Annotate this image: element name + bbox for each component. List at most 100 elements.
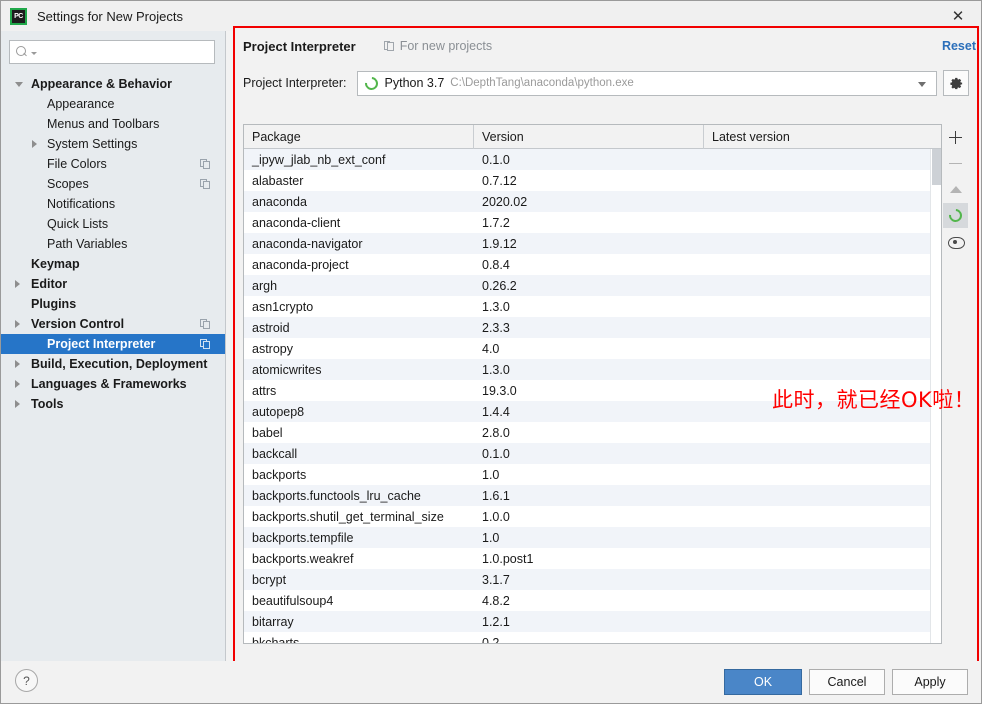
- cell-version: 1.0.post1: [482, 551, 534, 566]
- table-body: _ipyw_jlab_nb_ext_conf 0.1.0 alabaster 0.7.…: [244, 149, 941, 644]
- cell-version: 1.0.0: [482, 509, 510, 524]
- sidebar-item-appearance[interactable]: Appearance: [1, 94, 225, 114]
- search-input[interactable]: [40, 44, 208, 60]
- table-row[interactable]: autopep8 1.4.4: [244, 401, 941, 422]
- reset-link[interactable]: Reset: [942, 39, 976, 53]
- sidebar-item-appearance-behavior[interactable]: Appearance & Behavior: [1, 74, 225, 94]
- cell-version: 1.3.0: [482, 362, 510, 377]
- table-row[interactable]: bitarray 1.2.1: [244, 611, 941, 632]
- chevron-right-icon[interactable]: [15, 380, 20, 388]
- cancel-button[interactable]: Cancel: [809, 669, 885, 695]
- sidebar-item-quick-lists[interactable]: Quick Lists: [1, 214, 225, 234]
- plus-icon[interactable]: [943, 125, 968, 150]
- sidebar-item-label: Notifications: [47, 197, 116, 211]
- sidebar-item-label: Tools: [31, 397, 64, 411]
- table-row[interactable]: atomicwrites 1.3.0: [244, 359, 941, 380]
- cell-package: backcall: [252, 446, 298, 461]
- sidebar-item-label: Version Control: [31, 317, 125, 331]
- chevron-down-icon: [31, 52, 37, 55]
- search-box[interactable]: [9, 40, 215, 64]
- sidebar-item-notifications[interactable]: Notifications: [1, 194, 225, 214]
- scope-label: For new projects: [399, 39, 493, 53]
- scrollbar-thumb[interactable]: [932, 149, 941, 185]
- cell-package: anaconda-navigator: [252, 236, 363, 251]
- sidebar-item-path-variables[interactable]: Path Variables: [1, 234, 225, 254]
- column-header-latest-version[interactable]: Latest version: [704, 125, 941, 149]
- apply-button[interactable]: Apply: [892, 669, 968, 695]
- table-row[interactable]: backports.weakref 1.0.post1: [244, 548, 941, 569]
- sidebar-item-tools[interactable]: Tools: [1, 394, 225, 414]
- table-row[interactable]: anaconda-navigator 1.9.12: [244, 233, 941, 254]
- table-row[interactable]: astroid 2.3.3: [244, 317, 941, 338]
- sidebar-item-file-colors[interactable]: File Colors: [1, 154, 225, 174]
- sidebar-item-system-settings[interactable]: System Settings: [1, 134, 225, 154]
- cell-package: bkcharts: [252, 635, 300, 644]
- table-row[interactable]: astropy 4.0: [244, 338, 941, 359]
- table-row[interactable]: alabaster 0.7.12: [244, 170, 941, 191]
- cell-version: 2.8.0: [482, 425, 510, 440]
- sidebar-item-label: Appearance: [47, 97, 115, 111]
- sidebar-item-plugins[interactable]: Plugins: [1, 294, 225, 314]
- copy-icon: [200, 318, 211, 330]
- cell-package: astroid: [252, 320, 290, 335]
- interpreter-row: Project Interpreter: Python 3.7 C:\Depth…: [235, 66, 977, 100]
- sidebar-item-label: Scopes: [47, 177, 89, 191]
- eye-icon[interactable]: [943, 229, 968, 254]
- cell-version: 4.0: [482, 341, 500, 356]
- sidebar-item-editor[interactable]: Editor: [1, 274, 225, 294]
- sidebar-item-label: Appearance & Behavior: [31, 77, 173, 91]
- cell-version: 19.3.0: [482, 383, 517, 398]
- sidebar-item-languages-frameworks[interactable]: Languages & Frameworks: [1, 374, 225, 394]
- column-header-version[interactable]: Version: [474, 125, 704, 149]
- table-row[interactable]: backports.tempfile 1.0: [244, 527, 941, 548]
- interpreter-dropdown[interactable]: Python 3.7 C:\DepthTang\anaconda\python.…: [356, 70, 937, 96]
- chevron-right-icon[interactable]: [32, 140, 37, 148]
- sidebar-item-menus-and-toolbars[interactable]: Menus and Toolbars: [1, 114, 225, 134]
- cell-version: 0.1.0: [482, 152, 510, 167]
- help-button[interactable]: ?: [15, 669, 38, 692]
- cell-version: 1.7.2: [482, 215, 510, 230]
- chevron-right-icon[interactable]: [15, 360, 20, 368]
- sidebar-item-keymap[interactable]: Keymap: [1, 254, 225, 274]
- table-row[interactable]: beautifulsoup4 4.8.2: [244, 590, 941, 611]
- table-row[interactable]: asn1crypto 1.3.0: [244, 296, 941, 317]
- chevron-down-icon[interactable]: [15, 81, 23, 87]
- table-row[interactable]: anaconda 2020.02: [244, 191, 941, 212]
- copy-icon: [200, 158, 211, 170]
- sidebar-item-label: File Colors: [47, 157, 107, 171]
- column-header-package[interactable]: Package: [244, 125, 474, 149]
- refresh-icon[interactable]: [943, 203, 968, 228]
- table-row[interactable]: attrs 19.3.0: [244, 380, 941, 401]
- table-scrollbar[interactable]: [930, 149, 941, 643]
- table-row[interactable]: backports.functools_lru_cache 1.6.1: [244, 485, 941, 506]
- cell-version: 1.0: [482, 467, 500, 482]
- cell-version: 1.3.0: [482, 299, 510, 314]
- table-row[interactable]: backports 1.0: [244, 464, 941, 485]
- table-row[interactable]: anaconda-project 0.8.4: [244, 254, 941, 275]
- sidebar-item-scopes[interactable]: Scopes: [1, 174, 225, 194]
- plus-icon-glyph: [949, 131, 962, 144]
- sidebar-item-project-interpreter[interactable]: Project Interpreter: [1, 334, 225, 354]
- pycharm-logo-text: PC: [14, 12, 23, 20]
- cell-version: 2.3.3: [482, 320, 510, 335]
- table-row[interactable]: argh 0.26.2: [244, 275, 941, 296]
- table-row[interactable]: bkcharts 0.2: [244, 632, 941, 644]
- interpreter-settings-button[interactable]: [943, 70, 969, 96]
- ok-button[interactable]: OK: [724, 669, 802, 695]
- sidebar-item-version-control[interactable]: Version Control: [1, 314, 225, 334]
- chevron-right-icon[interactable]: [15, 280, 20, 288]
- chevron-right-icon[interactable]: [15, 320, 20, 328]
- sidebar-item-build-execution-deployment[interactable]: Build, Execution, Deployment: [1, 354, 225, 374]
- cell-version: 2020.02: [482, 194, 528, 209]
- table-row[interactable]: backports.shutil_get_terminal_size 1.0.0: [244, 506, 941, 527]
- table-row[interactable]: backcall 0.1.0: [244, 443, 941, 464]
- packages-area: Package Version Latest version _ipyw_jla…: [243, 124, 969, 644]
- chevron-right-icon[interactable]: [15, 400, 20, 408]
- table-row[interactable]: _ipyw_jlab_nb_ext_conf 0.1.0: [244, 149, 941, 170]
- table-row[interactable]: anaconda-client 1.7.2: [244, 212, 941, 233]
- sidebar-item-label: Plugins: [31, 297, 77, 311]
- cell-package: backports.functools_lru_cache: [252, 488, 421, 503]
- cell-package: anaconda-project: [252, 257, 349, 272]
- table-row[interactable]: bcrypt 3.1.7: [244, 569, 941, 590]
- table-row[interactable]: babel 2.8.0: [244, 422, 941, 443]
